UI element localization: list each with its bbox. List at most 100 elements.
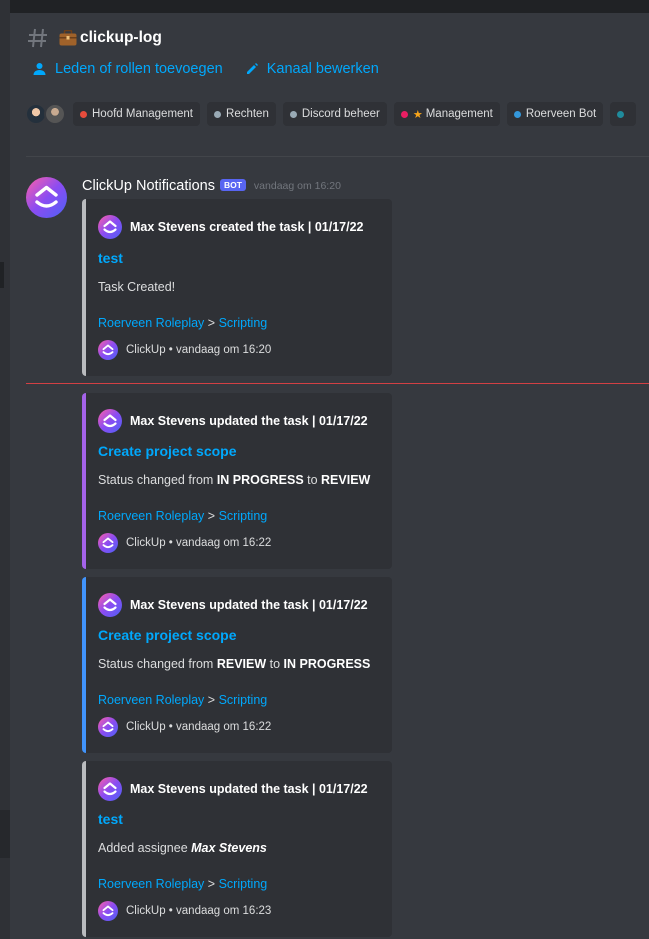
role-chip[interactable]: Rechten bbox=[207, 102, 276, 126]
breadcrumb: Roerveen Roleplay > Scripting bbox=[98, 316, 267, 330]
server-list-edge bbox=[0, 0, 10, 939]
role-color-dot bbox=[513, 110, 521, 118]
embed-author: Max Stevens updated the task | 01/17/22 bbox=[98, 777, 368, 801]
clickup-logo-icon bbox=[98, 777, 122, 801]
breadcrumb-project-link[interactable]: Roerveen Roleplay bbox=[98, 693, 204, 707]
breadcrumb-list-link[interactable]: Scripting bbox=[219, 693, 268, 707]
new-messages-divider bbox=[26, 383, 649, 384]
embed-description: Task Created! bbox=[98, 280, 176, 294]
bot-badge: BOT bbox=[219, 179, 246, 191]
embed-footer: ClickUp • vandaag om 16:23 bbox=[98, 901, 271, 921]
assignee-name: Max Stevens bbox=[191, 841, 267, 855]
breadcrumb-separator: > bbox=[207, 316, 216, 330]
embed-footer-text: ClickUp • vandaag om 16:23 bbox=[126, 905, 272, 917]
embed-author: Max Stevens updated the task | 01/17/22 bbox=[98, 409, 368, 433]
status-from: REVIEW bbox=[216, 657, 267, 671]
role-bar: Hoofd Management Rechten Discord beheer … bbox=[25, 102, 637, 126]
status-from: IN PROGRESS bbox=[216, 473, 304, 487]
embed-title[interactable]: Create project scope bbox=[98, 443, 237, 459]
scroll-notch bbox=[0, 262, 4, 288]
role-chip[interactable]: ★ Management bbox=[393, 102, 500, 126]
title-bar bbox=[10, 0, 649, 13]
desc-text: to bbox=[266, 657, 284, 671]
embed-title[interactable]: Create project scope bbox=[98, 627, 237, 643]
breadcrumb-list-link[interactable]: Scripting bbox=[219, 509, 268, 523]
clickup-logo-icon[interactable] bbox=[26, 177, 67, 218]
add-members-button[interactable]: Leden of rollen toevoegen bbox=[32, 61, 223, 77]
breadcrumb-list-link[interactable]: Scripting bbox=[219, 877, 268, 891]
embed-description: Status changed from REVIEW to IN PROGRES… bbox=[98, 657, 370, 671]
hash-icon bbox=[27, 27, 49, 49]
embed-title[interactable]: test bbox=[98, 811, 123, 827]
role-chip[interactable]: Discord beheer bbox=[282, 102, 387, 126]
role-color-dot bbox=[214, 110, 222, 118]
role-color-dot bbox=[617, 110, 625, 118]
person-add-icon bbox=[33, 63, 46, 75]
star-icon: ★ bbox=[412, 108, 423, 121]
embed-footer-text: ClickUp • vandaag om 16:20 bbox=[126, 344, 272, 356]
clickup-logo-icon bbox=[98, 593, 122, 617]
clickup-logo-icon bbox=[98, 533, 118, 553]
desc-text: to bbox=[303, 473, 322, 487]
breadcrumb: Roerveen Roleplay > Scripting bbox=[98, 693, 267, 707]
message-timestamp: vandaag om 16:20 bbox=[253, 180, 341, 192]
embed-footer: ClickUp • vandaag om 16:22 bbox=[98, 717, 271, 737]
breadcrumb: Roerveen Roleplay > Scripting bbox=[98, 877, 267, 891]
role-chip[interactable] bbox=[610, 102, 637, 126]
breadcrumb-separator: > bbox=[207, 877, 216, 891]
embed-footer-text: ClickUp • vandaag om 16:22 bbox=[126, 537, 272, 549]
embed-footer-text: ClickUp • vandaag om 16:22 bbox=[126, 721, 272, 733]
breadcrumb-separator: > bbox=[207, 693, 216, 707]
embed-card: Max Stevens updated the task | 01/17/22 … bbox=[82, 393, 392, 569]
edit-channel-button[interactable]: Kanaal bewerken bbox=[245, 61, 379, 77]
embed-card: Max Stevens updated the task | 01/17/22 … bbox=[82, 761, 392, 937]
embed-author-name: Max Stevens updated the task | 01/17/22 bbox=[130, 598, 368, 612]
pencil-icon bbox=[246, 63, 258, 74]
status-to: IN PROGRESS bbox=[283, 657, 371, 671]
edit-channel-label: Kanaal bewerken bbox=[266, 61, 379, 77]
desc-text: Status changed from bbox=[98, 473, 217, 487]
clickup-logo-icon bbox=[98, 340, 118, 360]
channel-name: clickup-log bbox=[80, 29, 162, 46]
breadcrumb-project-link[interactable]: Roerveen Roleplay bbox=[98, 316, 204, 330]
embed-author-name: Max Stevens updated the task | 01/17/22 bbox=[130, 782, 368, 796]
breadcrumb-project-link[interactable]: Roerveen Roleplay bbox=[98, 509, 204, 523]
sidebar-segment bbox=[0, 810, 10, 858]
embed-author-name: Max Stevens created the task | 01/17/22 bbox=[130, 220, 364, 234]
role-chip[interactable]: Roerveen Bot bbox=[506, 102, 604, 126]
divider bbox=[26, 156, 649, 157]
clickup-logo-icon bbox=[98, 215, 122, 239]
author-name[interactable]: ClickUp Notifications bbox=[82, 178, 215, 194]
role-label: Roerveen Bot bbox=[525, 108, 597, 120]
clickup-logo-icon bbox=[98, 409, 122, 433]
role-label: Discord beheer bbox=[301, 108, 380, 120]
clickup-logo-icon bbox=[98, 901, 118, 921]
channel-header: clickup-log bbox=[27, 24, 162, 52]
embed-author-name: Max Stevens updated the task | 01/17/22 bbox=[130, 414, 368, 428]
breadcrumb-project-link[interactable]: Roerveen Roleplay bbox=[98, 877, 204, 891]
embed-description: Status changed from IN PROGRESS to REVIE… bbox=[98, 473, 370, 487]
role-label: Hoofd Management bbox=[92, 108, 194, 120]
role-label: Management bbox=[425, 108, 493, 120]
message-header: ClickUp Notifications BOT vandaag om 16:… bbox=[82, 178, 341, 194]
role-color-dot bbox=[80, 110, 87, 118]
status-to: REVIEW bbox=[321, 473, 371, 487]
channel-actions: Leden of rollen toevoegen Kanaal bewerke… bbox=[32, 61, 379, 77]
role-label: Rechten bbox=[226, 108, 269, 120]
breadcrumb: Roerveen Roleplay > Scripting bbox=[98, 509, 267, 523]
add-members-label: Leden of rollen toevoegen bbox=[55, 61, 223, 77]
role-color-dot bbox=[289, 110, 297, 118]
clickup-logo-icon bbox=[98, 717, 118, 737]
desc-text: Status changed from bbox=[98, 657, 217, 671]
briefcase-icon bbox=[59, 29, 77, 46]
embed-author: Max Stevens created the task | 01/17/22 bbox=[98, 215, 364, 239]
embed-footer: ClickUp • vandaag om 16:22 bbox=[98, 533, 271, 553]
breadcrumb-list-link[interactable]: Scripting bbox=[219, 316, 268, 330]
embed-title[interactable]: test bbox=[98, 250, 123, 266]
embed-description: Added assignee Max Stevens bbox=[98, 841, 267, 855]
role-color-dot bbox=[400, 110, 408, 118]
embed-author: Max Stevens updated the task | 01/17/22 bbox=[98, 593, 368, 617]
role-chip[interactable]: Hoofd Management bbox=[73, 102, 201, 126]
avatar[interactable] bbox=[44, 103, 66, 125]
desc-text: Added assignee bbox=[98, 841, 192, 855]
